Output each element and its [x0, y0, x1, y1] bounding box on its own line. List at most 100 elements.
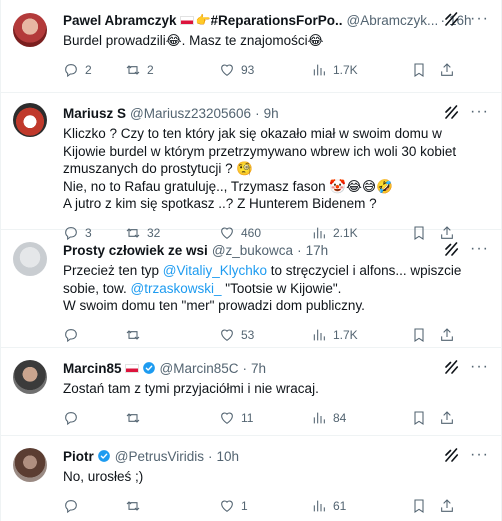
retweet-button[interactable] — [125, 498, 219, 514]
user-handle[interactable]: @Marcin85C — [160, 361, 239, 376]
display-name[interactable]: Mariusz S — [63, 106, 126, 121]
views-button[interactable]: 61 — [311, 498, 411, 514]
display-name-suffix[interactable]: #ReparationsForPo... — [211, 13, 343, 28]
like-button[interactable]: 93 — [219, 62, 311, 78]
reply-button[interactable]: 2 — [63, 62, 125, 78]
tweet-header: Prosty człowiek ze wsi @z_bukowca · 17h — [63, 240, 487, 260]
reply-count: 2 — [85, 62, 92, 77]
grok-icon[interactable] — [443, 103, 461, 121]
like-icon — [221, 328, 233, 341]
timestamp[interactable]: 10h — [217, 449, 240, 464]
reply-button[interactable] — [63, 410, 125, 426]
tweet[interactable]: Mariusz S @Mariusz23205606 · 9h ··· Klic… — [0, 93, 502, 240]
bookmark-button[interactable] — [411, 410, 439, 426]
tweet-text: Przecież ten typ @Vitaliy_Klychko to str… — [63, 262, 487, 315]
grok-icon[interactable] — [443, 358, 461, 376]
share-button[interactable] — [439, 62, 459, 78]
avatar[interactable] — [13, 242, 47, 276]
display-name[interactable]: Pawel Abramczyk — [63, 13, 177, 28]
retweet-icon — [126, 500, 140, 511]
reply-icon — [65, 328, 77, 342]
separator: · — [208, 448, 213, 464]
bookmark-button[interactable] — [411, 327, 439, 343]
display-name[interactable]: Piotr — [63, 449, 94, 464]
action-bar: 53 1.7K — [63, 319, 487, 351]
avatar[interactable] — [13, 13, 47, 47]
grok-icon[interactable] — [443, 10, 461, 28]
share-button[interactable] — [439, 498, 459, 514]
avatar[interactable] — [13, 448, 47, 482]
tweet-header: Pawel Abramczyk 👉 #ReparationsForPo... @… — [63, 10, 487, 30]
views-count: 1.7K — [333, 62, 358, 77]
display-name[interactable]: Prosty człowiek ze wsi — [63, 243, 208, 258]
like-icon — [221, 499, 233, 512]
reply-feed: Pawel Abramczyk 👉 #ReparationsForPo... @… — [0, 0, 502, 521]
display-name[interactable]: Marcin85 — [63, 361, 122, 376]
tweet[interactable]: Pawel Abramczyk 👉 #ReparationsForPo... @… — [0, 0, 502, 93]
like-button[interactable]: 1 — [219, 498, 311, 514]
like-count: 93 — [241, 62, 255, 77]
tweet-header: Marcin85 @Marcin85C · 7h — [63, 358, 487, 378]
bookmark-button[interactable] — [411, 498, 439, 514]
avatar[interactable] — [13, 360, 47, 394]
separator: · — [297, 242, 302, 258]
views-count: 84 — [333, 410, 347, 425]
tweet-text: No, urosłeś ;) — [63, 469, 144, 484]
reply-button[interactable] — [63, 498, 125, 514]
more-icon[interactable]: ··· — [470, 358, 489, 376]
more-icon[interactable]: ··· — [470, 103, 489, 121]
tweet-header: Mariusz S @Mariusz23205606 · 9h — [63, 103, 487, 123]
views-button[interactable]: 84 — [311, 410, 411, 426]
bookmark-icon — [414, 498, 424, 513]
like-icon — [221, 411, 233, 424]
grok-icon[interactable] — [443, 240, 461, 258]
more-icon[interactable]: ··· — [470, 240, 489, 258]
tweet[interactable]: Marcin85 @Marcin85C · 7h ··· Zostań tam … — [0, 348, 502, 436]
mention-link[interactable]: @Vitaliy_Klychko — [163, 263, 267, 278]
bookmark-icon — [414, 410, 424, 425]
user-handle[interactable]: @PetrusViridis — [115, 449, 204, 464]
tweet[interactable]: Piotr @PetrusViridis · 10h ··· No, urosł… — [0, 436, 502, 521]
user-handle[interactable]: @Mariusz23205606 — [130, 106, 251, 121]
bookmark-button[interactable] — [411, 62, 439, 78]
share-button[interactable] — [439, 327, 459, 343]
views-button[interactable]: 1.7K — [311, 62, 411, 78]
pointing-hand-icon: 👉 — [195, 13, 211, 27]
retweet-button[interactable] — [125, 327, 219, 343]
like-icon — [221, 63, 233, 76]
mention-link[interactable]: @trzaskowski_ — [131, 281, 222, 296]
avatar[interactable] — [13, 103, 47, 137]
tweet-text-part: Przecież ten typ — [63, 263, 163, 278]
views-count: 1.7K — [333, 327, 358, 342]
grok-icon[interactable] — [443, 446, 461, 464]
more-icon[interactable]: ··· — [470, 10, 489, 28]
share-icon — [441, 410, 453, 424]
timestamp[interactable]: 17h — [306, 243, 329, 258]
share-button[interactable] — [439, 410, 459, 426]
timestamp[interactable]: 7h — [251, 361, 266, 376]
separator: · — [255, 105, 260, 121]
user-handle[interactable]: @Abramczyk... — [347, 13, 437, 28]
like-button[interactable]: 53 — [219, 327, 311, 343]
action-bar: 11 84 — [63, 402, 487, 434]
retweet-button[interactable]: 2 — [125, 62, 219, 78]
timestamp[interactable]: 9h — [264, 106, 279, 121]
like-count: 53 — [241, 327, 255, 342]
retweet-icon — [126, 329, 140, 340]
verified-badge-icon — [97, 450, 110, 462]
user-handle[interactable]: @z_bukowca — [212, 243, 293, 258]
like-count: 1 — [241, 498, 248, 513]
tweet-text: Burdel prowadzili😂. Masz te znajomości😂 — [63, 33, 324, 48]
separator: · — [242, 360, 248, 376]
reply-button[interactable] — [63, 327, 125, 343]
like-count: 11 — [241, 410, 254, 425]
retweet-button[interactable] — [125, 410, 219, 426]
views-count: 61 — [333, 498, 347, 513]
share-icon — [441, 498, 453, 512]
tweet[interactable]: Prosty człowiek ze wsi @z_bukowca · 17h … — [0, 230, 502, 348]
retweet-icon — [126, 412, 140, 423]
more-icon[interactable]: ··· — [470, 446, 489, 464]
views-button[interactable]: 1.7K — [311, 327, 411, 343]
like-button[interactable]: 11 — [219, 410, 311, 426]
share-icon — [441, 327, 453, 341]
